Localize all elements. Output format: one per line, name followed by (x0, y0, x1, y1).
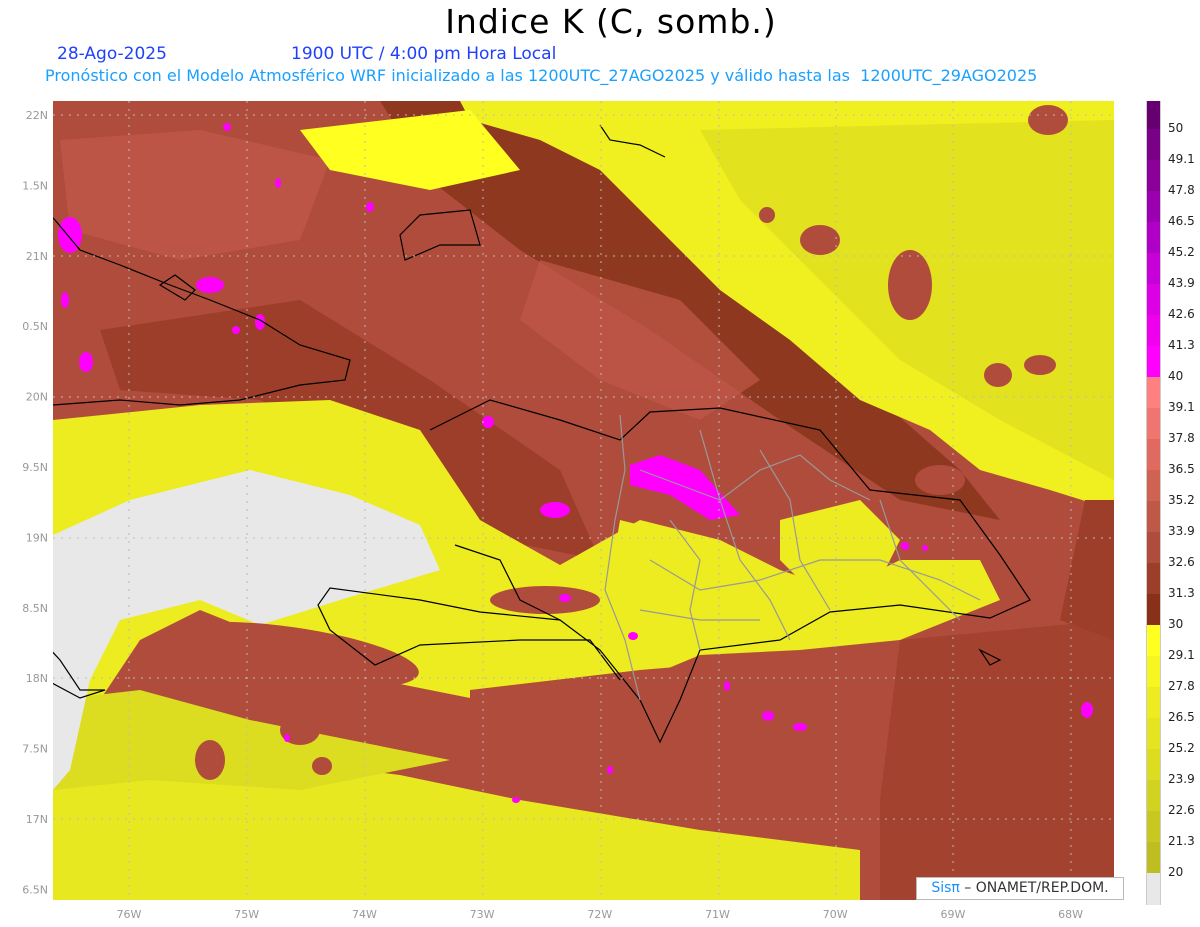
colorbar-label: 31.3 (1168, 586, 1195, 600)
colorbar-label: 26.5 (1168, 710, 1195, 724)
credit-text: – ONAMET/REP.DOM. (959, 880, 1109, 896)
longitude-label: 73W (470, 908, 495, 921)
colorbar-label: 22.6 (1168, 803, 1195, 817)
colorbar-bin (1146, 408, 1161, 439)
colorbar-bin (1146, 129, 1161, 160)
colorbar-bin (1146, 101, 1161, 129)
colorbar-bin (1146, 377, 1161, 408)
colorbar-label: 40 (1168, 369, 1184, 383)
colorbar-bin (1146, 284, 1161, 315)
colorbar-bin (1146, 594, 1161, 625)
colorbar-label: 47.8 (1168, 183, 1195, 197)
latitude-label: 18N (26, 672, 48, 685)
longitude-label: 71W (705, 908, 730, 921)
colorbar-bin (1146, 811, 1161, 842)
longitude-label: 76W (117, 908, 142, 921)
colorbar-label: 37.8 (1168, 431, 1195, 445)
latitude-label: 20N (26, 391, 48, 404)
latitude-label: 0.5N (22, 320, 48, 333)
colorbar-label: 21.3 (1168, 834, 1195, 848)
longitude-label: 69W (940, 908, 965, 921)
colorbar-label: 50 (1168, 121, 1184, 135)
latitude-label: 7.5N (22, 743, 48, 756)
longitude-label: 75W (234, 908, 259, 921)
colorbar-bin (1146, 718, 1161, 749)
colorbar-bin (1146, 780, 1161, 811)
colorbar-bin (1146, 439, 1161, 470)
colorbar-label: 27.8 (1168, 679, 1195, 693)
credit-brand: Sisπ (931, 880, 960, 896)
colorbar-bin (1146, 625, 1161, 656)
latitude-label: 21N (26, 250, 48, 263)
colorbar-bin (1146, 687, 1161, 718)
longitude-label: 72W (587, 908, 612, 921)
latitude-label: 9.5N (22, 461, 48, 474)
colorbar-bin (1146, 191, 1161, 222)
colorbar-label: 32.6 (1168, 555, 1195, 569)
colorbar-bin (1146, 253, 1161, 284)
colorbar-label: 23.9 (1168, 772, 1195, 786)
longitude-label: 70W (823, 908, 848, 921)
credit-box: Sisπ – ONAMET/REP.DOM. (916, 877, 1124, 900)
colorbar-label: 46.5 (1168, 214, 1195, 228)
colorbar-label: 29.1 (1168, 648, 1195, 662)
colorbar-label: 49.1 (1168, 152, 1195, 166)
latitude-label: 6.5N (22, 883, 48, 896)
colorbar-bin (1146, 160, 1161, 191)
colorbar-label: 45.2 (1168, 245, 1195, 259)
colorbar-bin (1146, 873, 1161, 905)
colorbar-label: 42.6 (1168, 307, 1195, 321)
longitude-label: 68W (1058, 908, 1083, 921)
colorbar-label: 41.3 (1168, 338, 1195, 352)
longitude-label: 74W (352, 908, 377, 921)
colorbar-label: 33.9 (1168, 524, 1195, 538)
colorbar-label: 20 (1168, 865, 1184, 879)
colorbar-label: 36.5 (1168, 462, 1195, 476)
k-index-map: 76W 75W 74W 73W 72W 71W 70W 69W 68W 22N 1.5N 21N 0.… (22, 101, 1114, 921)
colorbar-bin (1146, 563, 1161, 594)
colorbar-label: 43.9 (1168, 276, 1195, 290)
colorbar-bin (1146, 532, 1161, 563)
latitude-label: 8.5N (22, 602, 48, 615)
colorbar-bin (1146, 222, 1161, 253)
colorbar-bin (1146, 315, 1161, 346)
latitude-label: 17N (26, 813, 48, 826)
colorbar-bin (1146, 842, 1161, 873)
colorbar-label: 39.1 (1168, 400, 1195, 414)
latitude-label: 19N (26, 531, 48, 544)
colorbar-bin (1146, 749, 1161, 780)
colorbar-bin (1146, 656, 1161, 687)
colorbar-bin (1146, 346, 1161, 377)
colorbar-label: 25.2 (1168, 741, 1195, 755)
latitude-label: 1.5N (22, 179, 48, 192)
colorbar-bin (1146, 470, 1161, 501)
colorbar-label: 30 (1168, 617, 1184, 631)
colorbar-label: 35.2 (1168, 493, 1195, 507)
colorbar-bin (1146, 501, 1161, 532)
latitude-label: 22N (26, 109, 48, 122)
